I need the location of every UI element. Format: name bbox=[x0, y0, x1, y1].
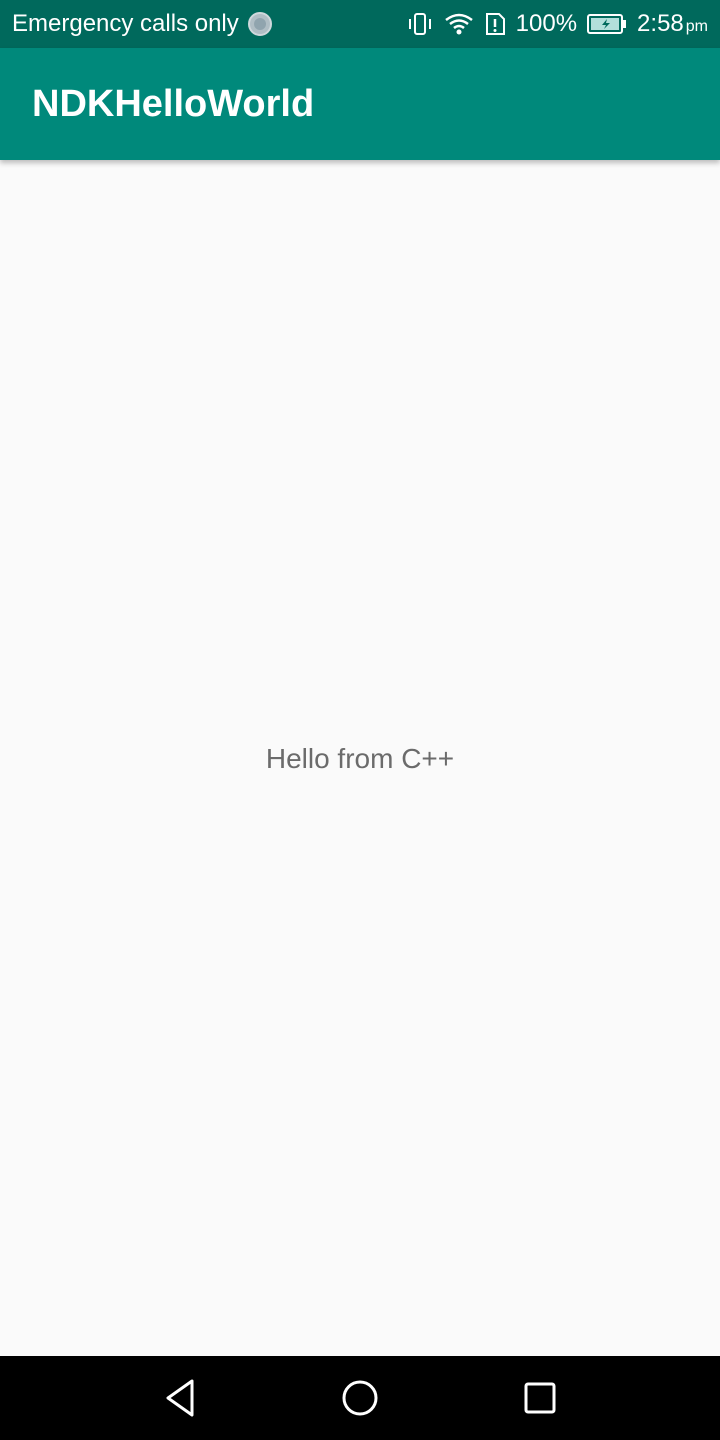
recents-icon[interactable] bbox=[518, 1376, 562, 1420]
main-content: Hello from C++ bbox=[0, 160, 720, 1356]
battery-percent: 100% bbox=[515, 10, 578, 37]
spinner-icon bbox=[247, 11, 273, 37]
clock-time: 2:58 bbox=[637, 10, 684, 37]
status-right: 100% 2:58 pm bbox=[406, 10, 708, 38]
vibrate-icon bbox=[406, 12, 434, 36]
status-left: Emergency calls only bbox=[12, 10, 273, 38]
home-icon[interactable] bbox=[338, 1376, 382, 1420]
navigation-bar bbox=[0, 1356, 720, 1440]
hello-message: Hello from C++ bbox=[265, 743, 455, 774]
app-title: NDKHelloWorld bbox=[32, 82, 315, 125]
alert-sim-icon bbox=[484, 12, 506, 36]
status-bar: Emergency calls only 100% 2:58 pm bbox=[0, 0, 720, 48]
carrier-text: Emergency calls only bbox=[12, 10, 239, 37]
app-bar: NDKHelloWorld bbox=[0, 48, 720, 160]
wifi-icon bbox=[444, 12, 474, 36]
clock-ampm: pm bbox=[685, 18, 708, 35]
clock: 2:58 pm bbox=[637, 10, 708, 38]
battery-charging-icon bbox=[587, 13, 627, 35]
back-icon[interactable] bbox=[158, 1376, 202, 1420]
